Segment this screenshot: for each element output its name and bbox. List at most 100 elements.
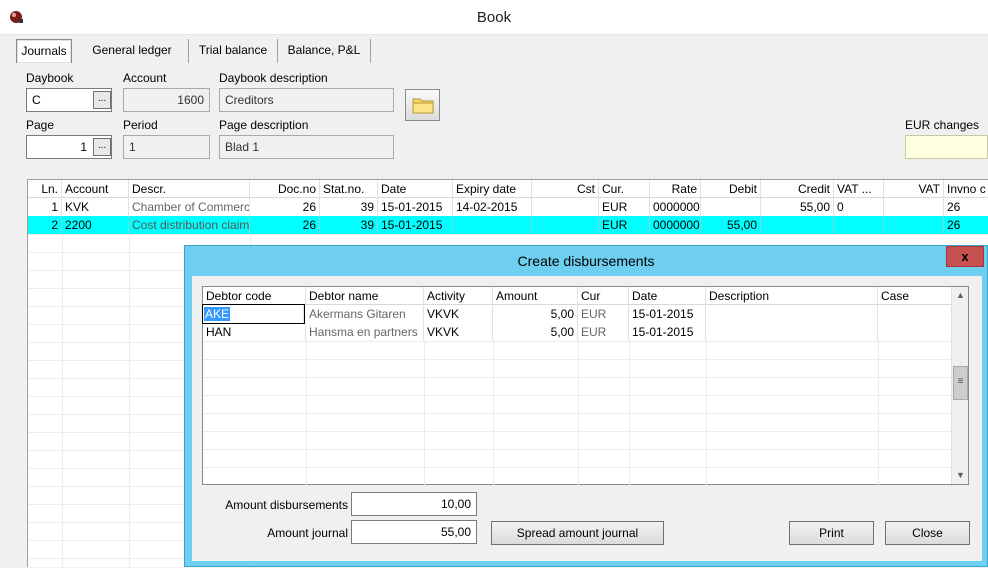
cell-date: 15-01-2015 <box>378 216 453 234</box>
cell-debtor-code: HAN <box>203 323 306 341</box>
col-header-ln[interactable]: Ln. <box>28 180 62 198</box>
col-header-statno[interactable]: Stat.no. <box>320 180 378 198</box>
cell-credit <box>761 216 834 234</box>
disbursements-header-row: Debtor code Debtor name Activity Amount … <box>203 287 951 305</box>
cell-docno: 26 <box>250 216 320 234</box>
cell-ln: 1 <box>28 198 62 216</box>
cell-vat <box>884 216 944 234</box>
spread-amount-journal-button[interactable]: Spread amount journal <box>491 521 664 545</box>
amount-journal-field[interactable]: 55,00 <box>351 520 477 544</box>
daybook-description-label: Daybook description <box>219 71 328 85</box>
cell-ln: 2 <box>28 216 62 234</box>
cell-description <box>706 305 878 323</box>
dialog-close-icon[interactable]: x <box>946 246 984 267</box>
col-header-expiry[interactable]: Expiry date <box>453 180 532 198</box>
col-header-descr[interactable]: Descr. <box>129 180 250 198</box>
page-browse-button[interactable]: ... <box>93 138 111 156</box>
close-button[interactable]: Close <box>885 521 970 545</box>
col-header-cur[interactable]: Cur. <box>599 180 650 198</box>
cell-activity: VKVK <box>424 305 493 323</box>
cell-account: 2200 <box>62 216 129 234</box>
cell-date: 15-01-2015 <box>629 323 706 341</box>
cell-vat <box>884 198 944 216</box>
page-description-label: Page description <box>219 118 309 132</box>
tab-trial-balance[interactable]: Trial balance <box>189 39 278 63</box>
cell-debit <box>701 198 761 216</box>
list-item[interactable]: HAN Hansma en partners VKVK 5,00 EUR 15-… <box>203 323 951 341</box>
daybook-browse-button[interactable]: ... <box>93 91 111 109</box>
col-header-date[interactable]: Date <box>378 180 453 198</box>
table-row-selected[interactable]: 2 2200 Cost distribution claim 26 39 15-… <box>28 216 988 234</box>
cell-debtor-name: Akermans Gitaren <box>306 305 424 323</box>
col-header-invno[interactable]: Invno c <box>944 180 988 198</box>
col-header-docno[interactable]: Doc.no <box>250 180 320 198</box>
cell-credit: 55,00 <box>761 198 834 216</box>
cell-vat-code: 0 <box>834 198 884 216</box>
col-header-debtor-code[interactable]: Debtor code <box>203 287 306 305</box>
cell-case <box>878 323 951 341</box>
cell-rate: 00000000 <box>650 198 701 216</box>
amount-journal-label: Amount journal <box>267 526 348 540</box>
col-header-activity[interactable]: Activity <box>424 287 493 305</box>
col-header-credit[interactable]: Credit <box>761 180 834 198</box>
col-header-description[interactable]: Description <box>706 287 878 305</box>
print-button[interactable]: Print <box>789 521 874 545</box>
cell-cst <box>532 216 599 234</box>
cell-date: 15-01-2015 <box>378 198 453 216</box>
disbursements-grid[interactable]: Debtor code Debtor name Activity Amount … <box>202 286 969 485</box>
col-header-debtor-name[interactable]: Debtor name <box>306 287 424 305</box>
folder-icon <box>412 98 434 114</box>
scroll-up-icon[interactable]: ▲ <box>952 287 969 304</box>
col-header-rate[interactable]: Rate <box>650 180 701 198</box>
table-row[interactable]: 1 KVK Chamber of Commerc 26 39 15-01-201… <box>28 198 988 216</box>
debtor-code-edit[interactable]: AKE <box>202 304 305 324</box>
col-header-date[interactable]: Date <box>629 287 706 305</box>
page-description-field: Blad 1 <box>219 135 394 159</box>
cell-expiry: 14-02-2015 <box>453 198 532 216</box>
dialog-body: Debtor code Debtor name Activity Amount … <box>192 276 982 561</box>
account-label: Account <box>123 71 167 85</box>
cell-docno: 26 <box>250 198 320 216</box>
amount-disbursements-label: Amount disbursements <box>225 498 348 512</box>
tab-balance-pl[interactable]: Balance, P&L <box>278 39 371 63</box>
window-title: Book <box>476 9 512 26</box>
cell-activity: VKVK <box>424 323 493 341</box>
open-folder-button[interactable] <box>405 89 440 121</box>
col-header-debit[interactable]: Debit <box>701 180 761 198</box>
daybook-label: Daybook <box>26 71 74 85</box>
cell-rate: 00000000 <box>650 216 701 234</box>
tab-journals[interactable]: Journals <box>16 39 72 63</box>
eur-changes-field[interactable] <box>905 135 988 159</box>
scroll-down-icon[interactable]: ▼ <box>952 467 969 484</box>
amount-disbursements-field[interactable]: 10,00 <box>351 492 477 516</box>
dialog-title: Create disbursements <box>517 253 655 269</box>
cell-expiry <box>453 216 532 234</box>
disbursements-empty-rows <box>203 341 951 485</box>
col-header-amount[interactable]: Amount <box>493 287 578 305</box>
cell-debit: 55,00 <box>701 216 761 234</box>
vertical-scrollbar[interactable]: ▲ ≡ ▼ <box>951 287 968 484</box>
list-item[interactable]: AKE Akermans Gitaren VKVK 5,00 EUR 15-01… <box>202 304 951 324</box>
col-header-cst[interactable]: Cst <box>532 180 599 198</box>
cell-amount: 5,00 <box>493 305 578 323</box>
journal-header-row: Ln. Account Descr. Doc.no Stat.no. Date … <box>28 180 988 198</box>
cell-descr: Chamber of Commerc <box>129 198 250 216</box>
page-label: Page <box>26 118 55 132</box>
col-header-account[interactable]: Account <box>62 180 129 198</box>
col-header-case[interactable]: Case <box>878 287 951 305</box>
col-header-vat[interactable]: VAT <box>884 180 944 198</box>
cell-invno: 26 <box>947 218 961 232</box>
col-header-vat-code[interactable]: VAT ... <box>834 180 884 198</box>
col-header-cur[interactable]: Cur <box>578 287 629 305</box>
title-bar: Book <box>0 0 988 35</box>
period-label: Period <box>123 118 158 132</box>
cell-cur: EUR <box>578 323 629 341</box>
cell-debtor-name: Hansma en partners <box>306 323 424 341</box>
tab-general-ledger[interactable]: General ledger <box>76 39 189 63</box>
cell-cst <box>532 198 599 216</box>
scroll-thumb[interactable]: ≡ <box>953 366 968 400</box>
period-field: 1 <box>123 135 210 159</box>
daybook-description-field: Creditors <box>219 88 394 112</box>
cell-descr: Cost distribution claim <box>129 216 250 234</box>
create-disbursements-dialog: Create disbursements x Debtor code Debto… <box>184 245 988 567</box>
